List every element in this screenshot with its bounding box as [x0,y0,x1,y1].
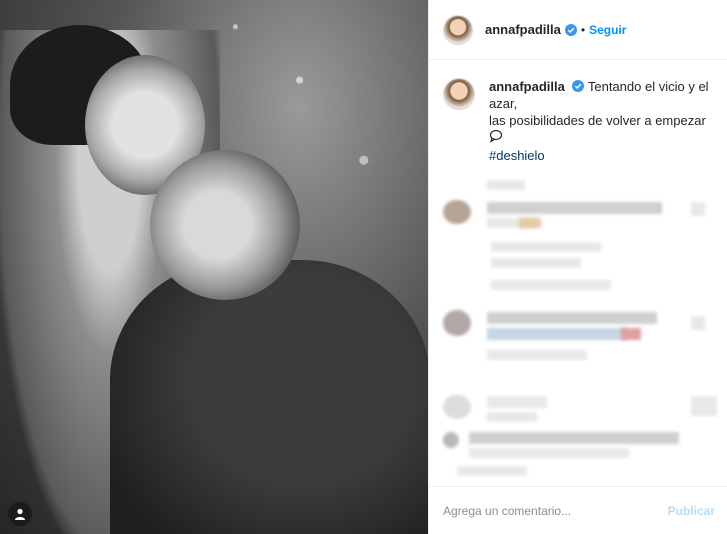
comment-footer: Publicar [429,486,727,534]
post-sidebar: annafpadilla • Seguir annafpadilla Tenta… [428,0,727,534]
verified-badge-icon [572,80,585,92]
verified-badge-icon [564,23,577,36]
blurred-text [469,448,629,458]
avatar[interactable] [443,200,471,224]
like-icon[interactable] [691,316,705,330]
user-tag-icon[interactable] [8,502,32,526]
username-link[interactable]: annafpadilla [485,22,561,37]
blurred-link [487,328,627,340]
caption-body: annafpadilla Tentando el vicio y el azar… [489,78,709,164]
post-photo[interactable] [0,0,428,534]
avatar[interactable] [443,432,459,448]
blurred-text [487,412,537,422]
avatar[interactable] [443,310,471,336]
caption: annafpadilla Tentando el vicio y el azar… [429,60,727,164]
separator-dot: • [580,22,586,37]
blurred-text [469,432,679,444]
blurred-text [491,280,611,290]
follow-button[interactable]: Seguir [589,23,626,37]
blurred-emoji [519,218,541,228]
speech-bubble-icon [489,129,503,143]
blurred-text [457,466,527,476]
avatar[interactable] [443,395,471,419]
blurred-text [487,180,525,190]
post-header: annafpadilla • Seguir [429,0,727,60]
blurred-emoji [621,328,641,340]
blurred-text [487,312,657,324]
hashtag-link[interactable]: #deshielo [489,148,545,163]
avatar[interactable] [443,14,473,45]
photo-face-right [150,150,300,300]
photo-person-right-coat [110,260,428,534]
blurred-text [487,202,662,214]
caption-avatar[interactable] [443,78,475,110]
comment-input[interactable] [443,503,668,518]
caption-line-2: las posibilidades de volver a empezar [489,113,706,128]
blurred-text [487,350,587,360]
like-icon[interactable] [691,396,717,416]
blurred-text [487,396,547,408]
blurred-text [491,258,581,268]
blurred-text [491,242,601,252]
caption-username[interactable]: annafpadilla [489,79,565,94]
like-icon[interactable] [691,202,705,216]
publish-button[interactable]: Publicar [668,504,715,518]
